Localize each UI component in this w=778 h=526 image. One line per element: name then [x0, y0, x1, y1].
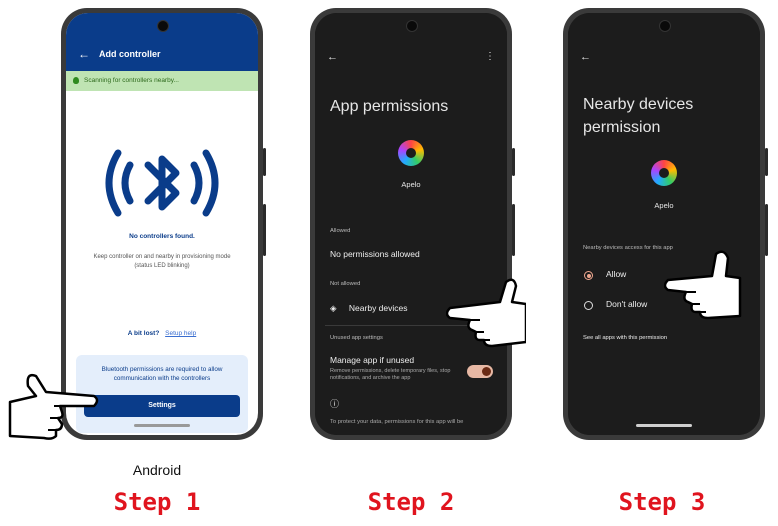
keep-line-2: (status LED blinking) [134, 263, 190, 269]
bluetooth-icon [105, 149, 219, 217]
camera-icon [406, 20, 418, 32]
help-row: A bit lost? Setup help [66, 330, 258, 337]
platform-label: Android [132, 462, 182, 478]
apelo-logo-icon [651, 160, 677, 186]
manage-unused-row[interactable]: Manage app if unused Remove permissions,… [330, 355, 480, 382]
title-line-1: Nearby devices [583, 96, 694, 113]
see-all-link[interactable]: See all apps with this permission [583, 335, 667, 341]
scanning-text: Scanning for controllers nearby... [84, 77, 179, 84]
page-title: Add controller [99, 49, 161, 59]
pointing-hand-icon [664, 250, 742, 320]
permission-card: Bluetooth permissions are required to al… [76, 355, 248, 433]
keep-controller-text: Keep controller on and nearby in provisi… [72, 253, 252, 271]
nearby-devices-row[interactable]: ◈ Nearby devices [330, 303, 408, 314]
manage-unused-desc: Remove permissions, delete temporary fil… [330, 368, 451, 381]
manage-unused-toggle[interactable] [467, 365, 493, 378]
settings-button[interactable]: Settings [84, 395, 240, 417]
back-arrow-icon[interactable]: ← [580, 51, 591, 63]
allowed-header: Allowed [330, 228, 351, 234]
protect-data-text: To protect your data, permissions for th… [330, 419, 464, 425]
nearby-devices-label: Nearby devices [348, 303, 408, 313]
app-name: Apelo [401, 180, 421, 189]
apelo-logo-icon [398, 140, 424, 166]
page-title: Nearby devices permission [583, 93, 693, 139]
back-arrow-icon[interactable]: ← [78, 47, 90, 61]
scanning-banner: Scanning for controllers nearby... [66, 71, 258, 91]
gesture-bar [134, 424, 190, 427]
app-permissions-screen: ← ⋮ App permissions Apelo Allowed No per… [315, 13, 507, 435]
pointing-hand-icon [8, 373, 99, 440]
allow-radio[interactable] [584, 271, 593, 280]
keep-line-1: Keep controller on and nearby in provisi… [93, 254, 231, 260]
dont-allow-label[interactable]: Don't allow [606, 299, 647, 309]
pointing-hand-icon [446, 278, 526, 348]
step1-caption: Step 1 [113, 488, 201, 516]
not-allowed-header: Not allowed [330, 281, 361, 287]
phone-step2: ← ⋮ App permissions Apelo Allowed No per… [310, 8, 515, 440]
app-name: Apelo [654, 201, 674, 210]
back-arrow-icon[interactable]: ← [327, 51, 338, 63]
step2-caption: Step 2 [367, 488, 455, 516]
perm-line-1: Bluetooth permissions are required to al… [101, 366, 223, 373]
step3-caption: Step 3 [618, 488, 706, 516]
manage-unused-label: Manage app if unused [330, 355, 415, 365]
nearby-devices-icon: ◈ [330, 303, 337, 313]
camera-icon [659, 20, 671, 32]
dont-allow-radio[interactable] [584, 301, 593, 310]
bulb-icon [73, 77, 79, 84]
page-title: App permissions [330, 98, 449, 115]
access-header: Nearby devices access for this app [583, 245, 673, 251]
no-controllers-text: No controllers found. [129, 233, 195, 240]
camera-icon [157, 20, 169, 32]
lost-label: A bit lost? [127, 330, 160, 337]
gesture-bar [636, 424, 692, 427]
permission-message: Bluetooth permissions are required to al… [82, 365, 242, 383]
phone-step3: ← Nearby devices permission Apelo Nearby… [563, 8, 768, 440]
title-line-2: permission [583, 119, 661, 136]
no-permissions-row: No permissions allowed [330, 249, 420, 259]
more-vert-icon[interactable]: ⋮ [485, 51, 495, 62]
setup-help-link[interactable]: Setup help [165, 330, 196, 337]
info-icon: ⓘ [330, 399, 340, 409]
nearby-permission-screen: ← Nearby devices permission Apelo Nearby… [568, 13, 760, 435]
allow-label[interactable]: Allow [606, 269, 626, 279]
unused-header: Unused app settings [330, 335, 383, 341]
perm-line-2: communication with the controllers [113, 375, 211, 382]
